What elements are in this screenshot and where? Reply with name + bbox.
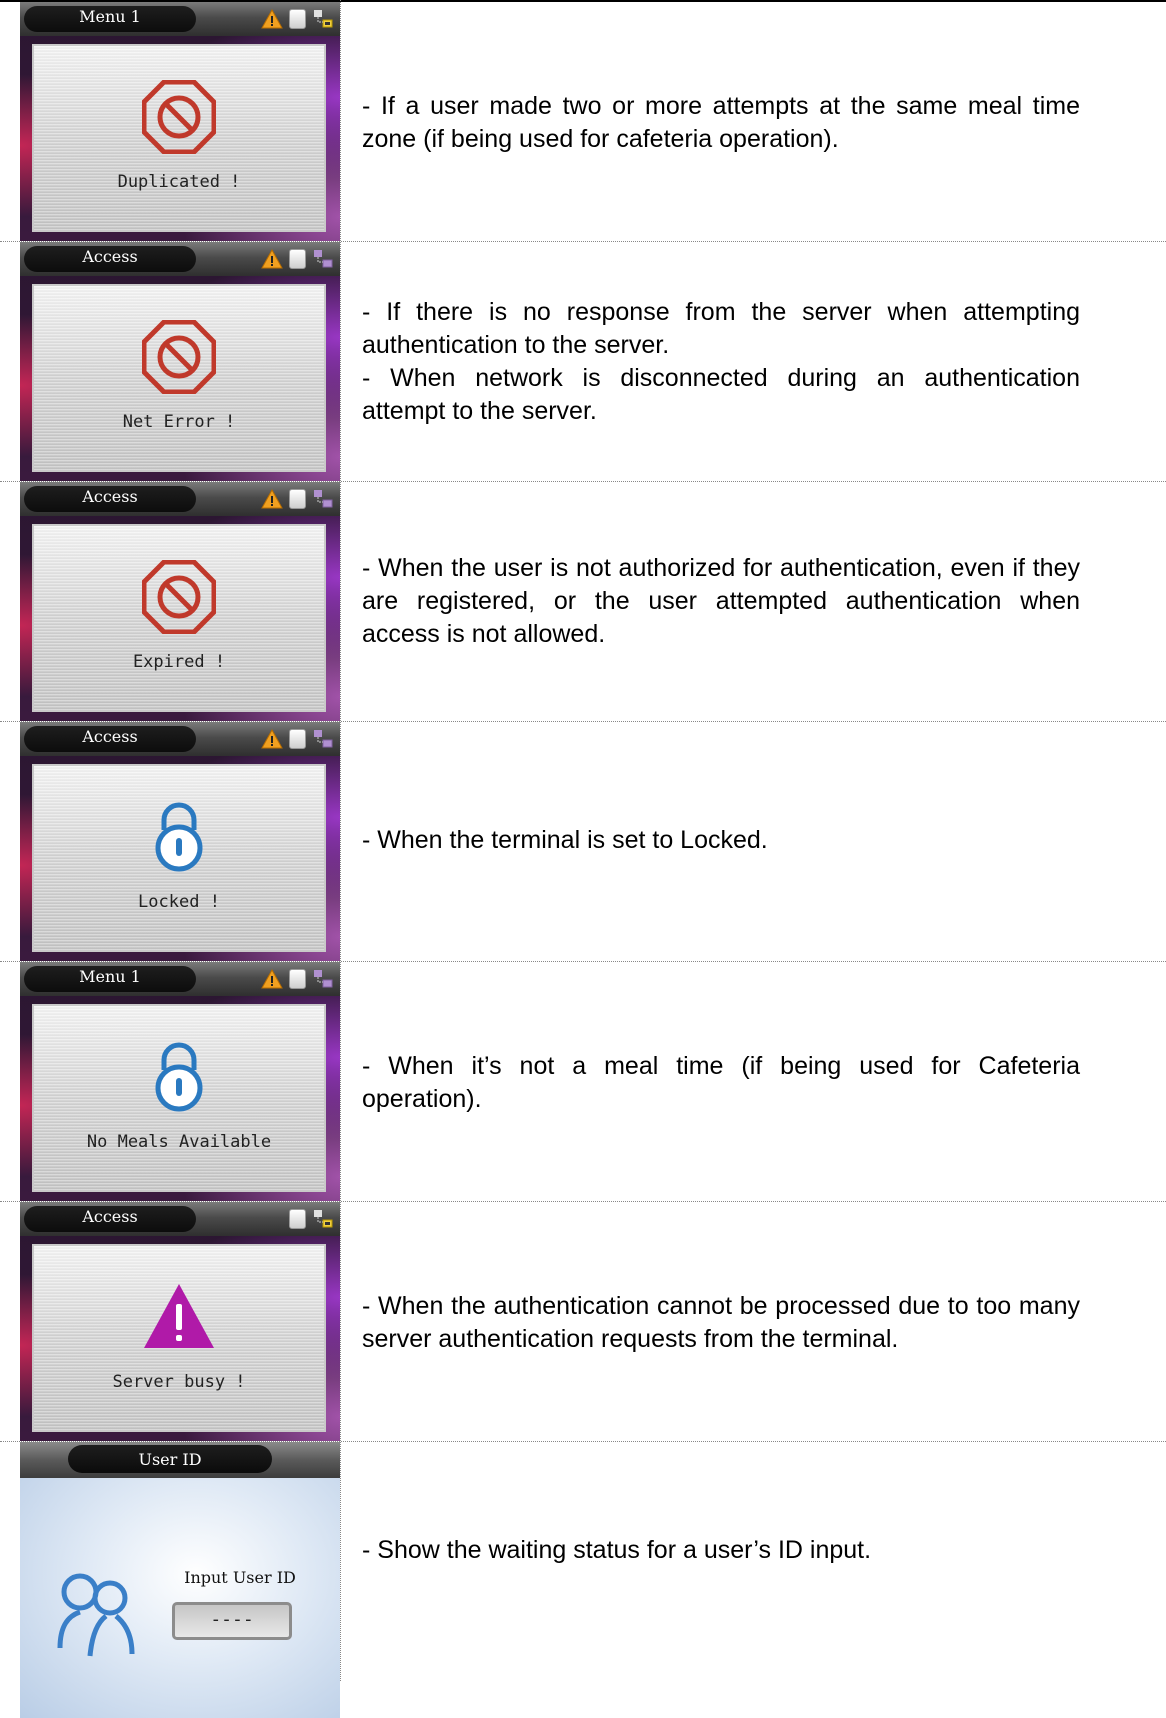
stop-prohibited-icon [142,560,216,634]
warning-icon [261,729,283,749]
users-icon [57,1573,135,1657]
warning-icon [261,249,283,269]
description-text: - When the terminal is set to Locked. [362,826,768,854]
description-text: - When network is disconnected during an… [362,364,1080,425]
description: - When the user is not authorized for au… [362,552,1080,651]
description: - When the authentication cannot be proc… [362,1290,1080,1356]
title-bar: Access [20,482,340,516]
network-icon [314,970,333,988]
title-bar: Access [20,242,340,276]
screen-title: Access [82,247,138,266]
warning-icon [261,489,283,509]
description: - When the terminal is set to Locked. [362,824,1080,857]
status-icons [289,1208,334,1230]
message-panel: Locked ! [32,764,326,952]
status-table: Menu 1 Duplicated ! - If a user made two… [0,2,1166,1718]
network-icon [314,10,333,28]
status-icons [261,248,334,270]
status-icons [261,488,334,510]
warning-triangle-icon [144,1284,214,1348]
card-icon [289,1209,306,1229]
description-text: - When the user is not authorized for au… [362,554,1080,648]
screen-title: Access [82,487,138,506]
lock-icon [155,802,203,872]
user-id-panel: Input User ID ---- [20,1478,340,1718]
description: - If a user made two or more attempts at… [362,90,1080,156]
message-panel: Net Error ! [32,284,326,472]
device-screenshot: Access Net Error ! [20,242,340,481]
description: - If there is no response from the serve… [362,296,1080,428]
title-bar: Access [20,1202,340,1236]
device-screenshot: Access Expired ! [20,482,340,721]
table-row: Access Locked ! - When the terminal is s… [0,722,1166,962]
warning-icon [261,969,283,989]
status-message: Locked ! [138,892,220,912]
card-icon [289,969,306,989]
status-icons [261,728,334,750]
table-row: User ID Input User ID ---- - Show the wa… [0,1442,1166,1718]
status-message: No Meals Available [86,1132,272,1152]
network-icon [314,1210,333,1228]
warning-icon [261,9,283,29]
card-icon [289,249,306,269]
user-id-field[interactable]: ---- [172,1602,292,1640]
card-icon [289,729,306,749]
status-message: Duplicated ! [117,172,241,192]
stop-prohibited-icon [142,320,216,394]
network-icon [314,730,333,748]
description: - When it’s not a meal time (if being us… [362,1050,1080,1116]
screen-title: Menu 1 [79,7,141,26]
status-message: Server busy ! [112,1372,246,1392]
table-row: Menu 1 Duplicated ! - If a user made two… [0,2,1166,242]
screen-title: Access [82,727,138,746]
description-text: - When the authentication cannot be proc… [362,1292,1080,1353]
input-label: Input User ID [184,1568,296,1587]
stop-prohibited-icon [142,80,216,154]
network-icon [314,490,333,508]
status-message: Expired ! [132,652,226,672]
device-screenshot: Access Locked ! [20,722,340,961]
lock-icon [155,1042,203,1112]
screen-title: Access [82,1207,138,1226]
description-text: - Show the waiting status for a user’s I… [362,1536,872,1564]
status-icons [261,8,334,30]
description-text: - When it’s not a meal time (if being us… [362,1052,1080,1113]
message-panel: Server busy ! [32,1244,326,1432]
card-icon [289,9,306,29]
message-panel: Duplicated ! [32,44,326,232]
table-row: Menu 1 No Meals Available - When it’s no… [0,962,1166,1202]
description-text: - If there is no response from the serve… [362,298,1080,359]
status-message: Net Error ! [122,412,236,432]
message-panel: No Meals Available [32,1004,326,1192]
table-row: Access Net Error ! - If there is no resp… [0,242,1166,482]
card-icon [289,489,306,509]
message-panel: Expired ! [32,524,326,712]
device-screenshot: User ID Input User ID ---- [20,1442,340,1718]
title-bar: Access [20,722,340,756]
device-screenshot: Access Server busy ! [20,1202,340,1441]
status-icons [261,968,334,990]
device-screenshot: Menu 1 Duplicated ! [20,2,340,241]
description: - Show the waiting status for a user’s I… [362,1534,1080,1567]
table-row: Access Server busy ! - When the authenti… [0,1202,1166,1442]
title-bar: User ID [20,1442,340,1478]
device-screenshot: Menu 1 No Meals Available [20,962,340,1201]
description-text: - If a user made two or more attempts at… [362,92,1080,153]
table-row: Access Expired ! - When the user is not … [0,482,1166,722]
screen-title: Menu 1 [79,967,141,986]
screen-title: User ID [138,1450,202,1469]
title-bar: Menu 1 [20,962,340,996]
network-icon [314,250,333,268]
title-bar: Menu 1 [20,2,340,36]
